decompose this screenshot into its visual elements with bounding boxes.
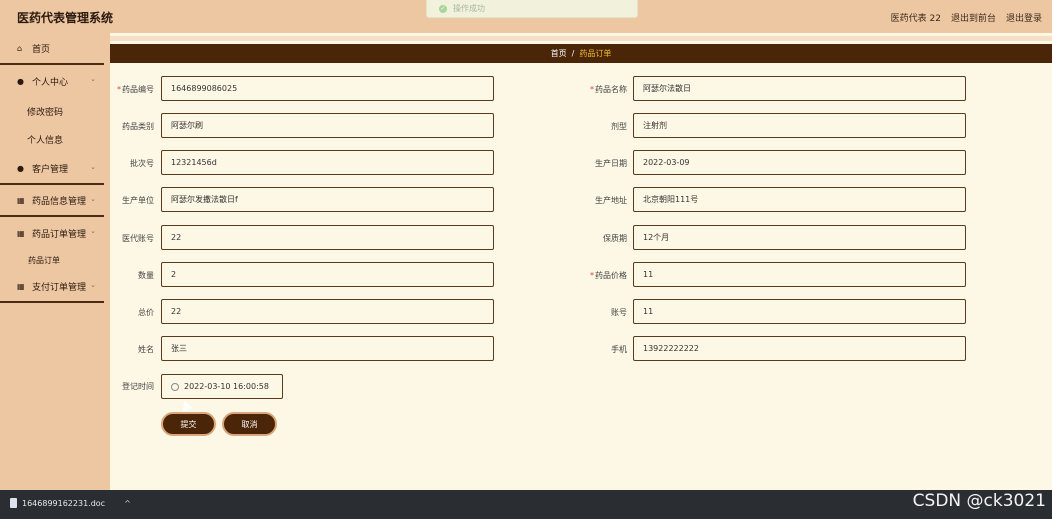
chevron-up-icon[interactable]: ^ <box>124 499 131 508</box>
sidebar-item-personal-center[interactable]: ● 个人中心 ⌄ <box>0 65 104 97</box>
name-label: 姓名 <box>138 345 154 354</box>
breadcrumb: 首页 / 药品订单 <box>110 44 1052 63</box>
quantity-input[interactable]: 2 <box>161 262 494 287</box>
sidebar-item-drug-info[interactable]: ▦ 药品信息管理 ⌄ <box>0 185 104 217</box>
shelf-life-input[interactable]: 12个月 <box>633 225 966 250</box>
shelf-life-label: 保质期 <box>603 234 627 243</box>
rep-account-input[interactable]: 22 <box>161 225 494 250</box>
drug-price-input[interactable]: 11 <box>633 262 966 287</box>
batch-no-input[interactable]: 12321456d <box>161 150 494 175</box>
user-icon: ● <box>17 76 24 86</box>
logout-link[interactable]: 退出登录 <box>1006 11 1042 24</box>
dosage-form-label: 剂型 <box>611 122 627 131</box>
register-time-input[interactable]: 2022-03-10 16:00:58 <box>161 374 283 399</box>
rep-account-label: 医代账号 <box>122 234 154 243</box>
sidebar-subitem-drug-order[interactable]: 药品订单 <box>0 249 110 271</box>
sidebar-item-customers[interactable]: ● 客户管理 ⌄ <box>0 153 104 185</box>
account-label: 账号 <box>611 308 627 317</box>
drug-no-label: *药品编号 <box>117 85 154 94</box>
drug-name-input[interactable]: 阿瑟尔法散日 <box>633 76 966 101</box>
sidebar-item-label: 药品信息管理 <box>32 196 87 207</box>
drug-price-label: *药品价格 <box>590 271 627 280</box>
manufacturer-label: 生产单位 <box>122 196 154 205</box>
success-toast: ✓ 操作成功 <box>426 0 638 18</box>
sidebar-subitem-personal-info[interactable]: 个人信息 <box>0 125 110 153</box>
drug-category-input[interactable]: 阿瑟尔刷 <box>161 113 494 138</box>
divider <box>110 36 1052 41</box>
document-icon <box>10 498 17 508</box>
download-item[interactable]: 1646899162231.doc ^ <box>10 498 131 508</box>
manufacturer-input[interactable]: 阿瑟尔发撒法散日f <box>161 187 494 212</box>
production-date-label: 生产日期 <box>595 159 627 168</box>
phone-input[interactable]: 13922222222 <box>633 336 966 361</box>
check-icon: ✓ <box>439 4 447 13</box>
grid-icon: ▦ <box>17 281 25 291</box>
quantity-label: 数量 <box>138 271 154 280</box>
chevron-down-icon: ⌄ <box>90 163 96 171</box>
breadcrumb-home[interactable]: 首页 <box>551 48 567 59</box>
total-label: 总价 <box>138 308 154 317</box>
account-input[interactable]: 11 <box>633 299 966 324</box>
dosage-form-input[interactable]: 注射剂 <box>633 113 966 138</box>
watermark: CSDN @ck3021 <box>912 491 1046 511</box>
clock-icon <box>171 382 179 391</box>
register-time-label: 登记时间 <box>122 382 154 391</box>
sidebar: ⌂ 首页 ● 个人中心 ⌄ 修改密码 个人信息 ● 客户管理 ⌄ ▦ 药品信息管… <box>0 33 110 490</box>
sidebar-item-label: 药品订单管理 <box>32 229 87 240</box>
current-user: 医药代表 22 <box>890 14 941 24</box>
batch-no-label: 批次号 <box>130 159 154 168</box>
chevron-down-icon: ⌄ <box>90 227 96 235</box>
drug-category-label: 药品类别 <box>122 122 154 131</box>
sidebar-item-home[interactable]: ⌂ 首页 <box>0 33 104 65</box>
production-date-input[interactable]: 2022-03-09 <box>633 150 966 175</box>
breadcrumb-separator: / <box>571 49 575 58</box>
chevron-down-icon: ⌄ <box>90 195 96 203</box>
download-bar: 1646899162231.doc ^ CSDN @ck3021 <box>0 490 1052 519</box>
sidebar-item-label: 支付订单管理 <box>32 282 87 293</box>
sidebar-subitem-change-password[interactable]: 修改密码 <box>0 97 110 125</box>
sidebar-item-label: 客户管理 <box>32 164 69 175</box>
submit-button[interactable]: 提交 <box>161 412 216 436</box>
exit-to-front-link[interactable]: 退出到前台 <box>951 11 996 24</box>
breadcrumb-current: 药品订单 <box>579 49 612 58</box>
home-icon: ⌂ <box>17 43 23 53</box>
production-address-label: 生产地址 <box>595 196 627 205</box>
chevron-down-icon: ⌄ <box>90 75 96 83</box>
phone-label: 手机 <box>611 345 627 354</box>
drug-no-input[interactable]: 1646899086025 <box>161 76 494 101</box>
sidebar-item-drug-orders[interactable]: ▦ 药品订单管理 ⌄ <box>0 217 104 249</box>
production-address-input[interactable]: 北京朝阳111号 <box>633 187 966 212</box>
register-time-value: 2022-03-10 16:00:58 <box>184 382 269 391</box>
app-title: 医药代表管理系统 <box>17 11 114 25</box>
user-icon: ● <box>17 163 24 173</box>
sidebar-item-payment-orders[interactable]: ▦ 支付订单管理 ⌄ <box>0 271 104 303</box>
drug-name-label: *药品名称 <box>590 85 627 94</box>
total-input[interactable]: 22 <box>161 299 494 324</box>
grid-icon: ▦ <box>17 195 25 205</box>
toast-text: 操作成功 <box>453 4 485 13</box>
name-input[interactable]: 张三 <box>161 336 494 361</box>
sidebar-item-label: 首页 <box>32 44 51 55</box>
download-filename: 1646899162231.doc <box>22 498 106 508</box>
sidebar-item-label: 个人中心 <box>32 77 69 88</box>
grid-icon: ▦ <box>17 228 25 238</box>
cancel-button[interactable]: 取消 <box>222 412 277 436</box>
chevron-down-icon: ⌄ <box>90 281 96 289</box>
header-links: 医药代表 22 退出到前台 退出登录 <box>891 11 1042 24</box>
